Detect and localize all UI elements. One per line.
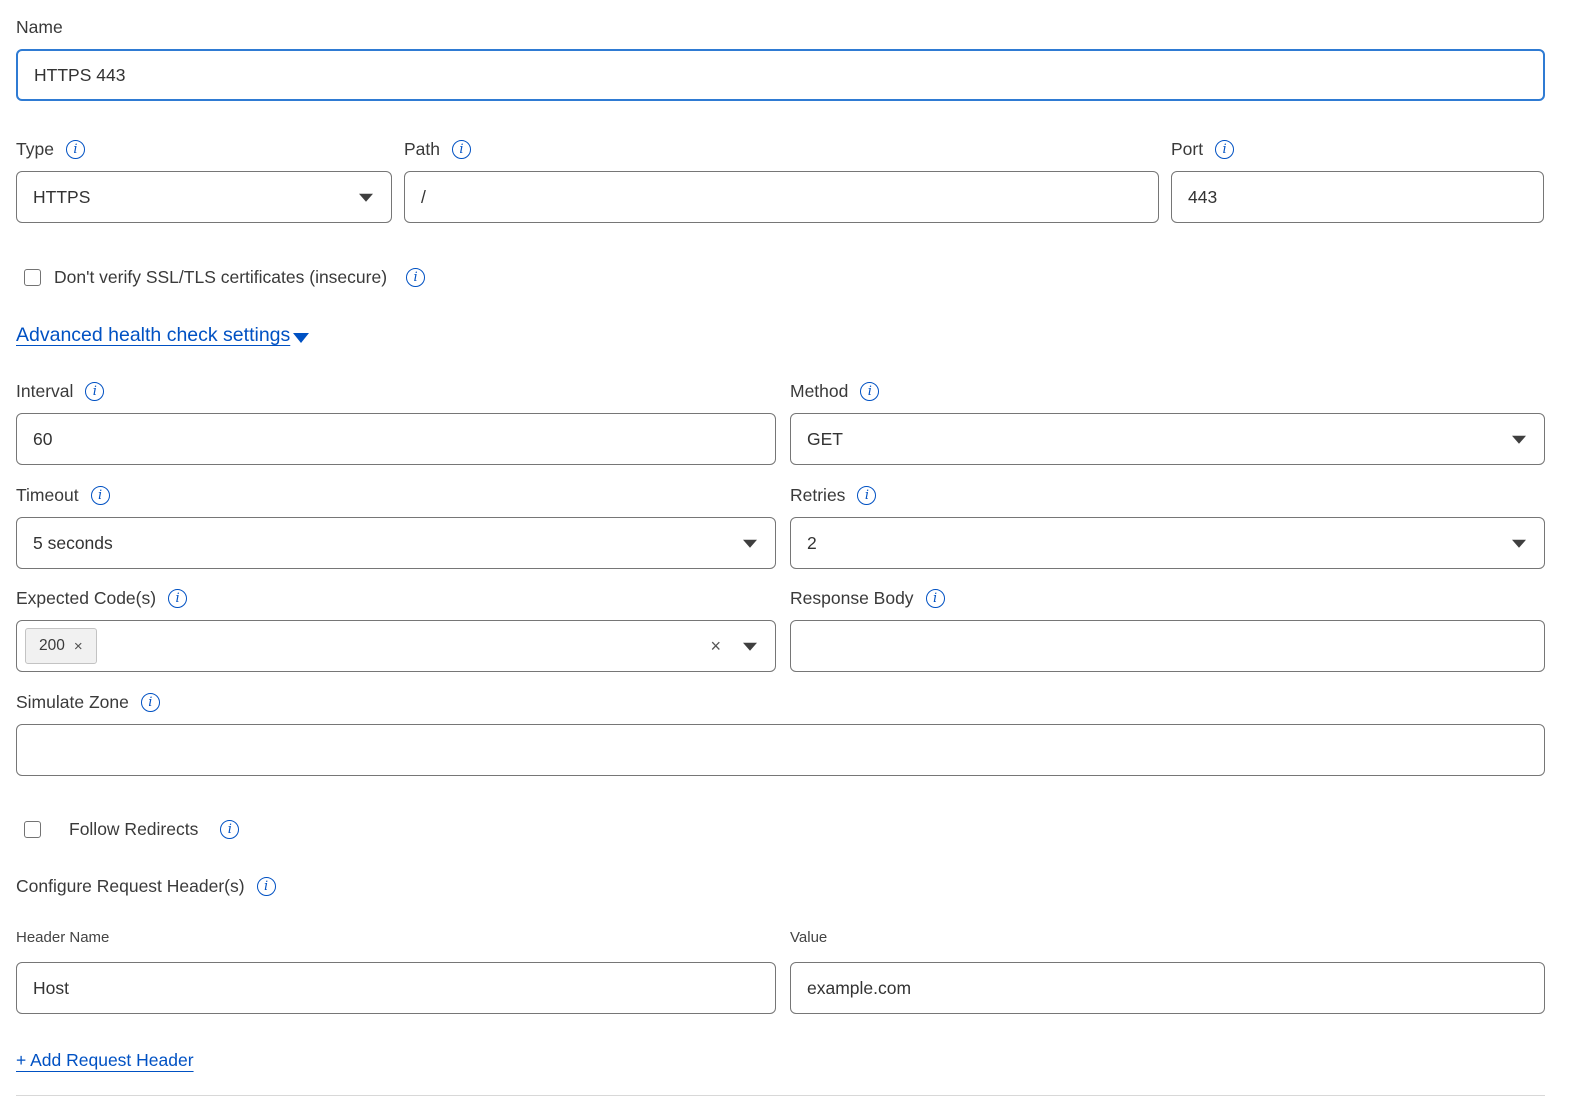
timeout-select-value: 5 seconds xyxy=(33,533,113,554)
chevron-down-icon xyxy=(1512,436,1526,444)
timeout-label: Timeout xyxy=(16,485,79,506)
port-field: Port i xyxy=(1171,138,1544,223)
simulate-zone-input[interactable] xyxy=(16,724,1545,776)
advanced-settings-row: Advanced health check settings xyxy=(16,324,1545,347)
info-icon[interactable]: i xyxy=(141,693,160,712)
info-icon[interactable]: i xyxy=(926,589,945,608)
ssl-verify-label: Don't verify SSL/TLS certificates (insec… xyxy=(54,267,387,288)
chevron-down-icon xyxy=(1512,540,1526,548)
header-value-field: Value xyxy=(790,926,1545,1014)
clear-icon[interactable]: × xyxy=(710,637,721,655)
advanced-settings-link[interactable]: Advanced health check settings xyxy=(16,324,290,347)
follow-redirects-label: Follow Redirects xyxy=(69,819,198,840)
health-check-form: Name Type i HTTPS Path i Port i xyxy=(0,0,1570,1116)
path-field: Path i xyxy=(404,138,1159,223)
info-icon[interactable]: i xyxy=(91,486,110,505)
info-icon[interactable]: i xyxy=(66,140,85,159)
remove-tag-icon[interactable]: × xyxy=(74,639,83,654)
expected-codes-multiselect[interactable]: 200 × × xyxy=(16,620,776,672)
name-field: Name xyxy=(16,16,1545,101)
interval-label: Interval xyxy=(16,381,73,402)
expected-code-tag: 200 × xyxy=(25,628,97,664)
retries-select[interactable]: 2 xyxy=(790,517,1545,569)
type-field: Type i HTTPS xyxy=(16,138,392,223)
retries-label: Retries xyxy=(790,485,845,506)
chevron-down-icon[interactable] xyxy=(743,643,757,651)
info-icon[interactable]: i xyxy=(257,877,276,896)
retries-select-value: 2 xyxy=(807,533,817,554)
header-row: Header Name Value xyxy=(16,926,1545,1014)
simulate-zone-field: Simulate Zone i xyxy=(16,691,1545,776)
header-name-input[interactable] xyxy=(16,962,776,1014)
chevron-down-icon xyxy=(743,540,757,548)
header-name-label: Header Name xyxy=(16,929,109,946)
add-request-header-link[interactable]: + Add Request Header xyxy=(16,1050,194,1071)
name-label: Name xyxy=(16,17,63,38)
expected-code-tag-value: 200 xyxy=(39,637,65,655)
chevron-down-icon[interactable] xyxy=(293,333,309,343)
interval-field: Interval i xyxy=(16,380,776,465)
method-label: Method xyxy=(790,381,848,402)
timeout-retries-row: Timeout i 5 seconds Retries i 2 xyxy=(16,484,1545,569)
header-value-input[interactable] xyxy=(790,962,1545,1014)
timeout-field: Timeout i 5 seconds xyxy=(16,484,776,569)
info-icon[interactable]: i xyxy=(1215,140,1234,159)
follow-redirects-row: Follow Redirects i xyxy=(16,819,1545,840)
method-select-value: GET xyxy=(807,429,843,450)
interval-method-row: Interval i Method i GET xyxy=(16,380,1545,465)
interval-input[interactable] xyxy=(16,413,776,465)
path-label: Path xyxy=(404,139,440,160)
method-field: Method i GET xyxy=(790,380,1545,465)
response-body-field: Response Body i xyxy=(790,587,1545,672)
method-select[interactable]: GET xyxy=(790,413,1545,465)
info-icon[interactable]: i xyxy=(168,589,187,608)
request-headers-label: Configure Request Header(s) xyxy=(16,876,245,897)
codes-body-row: Expected Code(s) i 200 × × Response Body… xyxy=(16,587,1545,672)
simulate-zone-label: Simulate Zone xyxy=(16,692,129,713)
chevron-down-icon xyxy=(359,194,373,202)
timeout-select[interactable]: 5 seconds xyxy=(16,517,776,569)
ssl-verify-checkbox[interactable] xyxy=(24,269,41,286)
port-label: Port xyxy=(1171,139,1203,160)
info-icon[interactable]: i xyxy=(220,820,239,839)
type-path-port-row: Type i HTTPS Path i Port i xyxy=(16,138,1545,223)
info-icon[interactable]: i xyxy=(860,382,879,401)
header-name-field: Header Name xyxy=(16,926,776,1014)
expected-codes-field: Expected Code(s) i 200 × × xyxy=(16,587,776,672)
retries-field: Retries i 2 xyxy=(790,484,1545,569)
info-icon[interactable]: i xyxy=(857,486,876,505)
divider xyxy=(16,1095,1545,1096)
info-icon[interactable]: i xyxy=(406,268,425,287)
response-body-label: Response Body xyxy=(790,588,914,609)
follow-redirects-checkbox[interactable] xyxy=(24,821,41,838)
request-headers-heading: Configure Request Header(s) i xyxy=(16,875,1545,898)
response-body-input[interactable] xyxy=(790,620,1545,672)
path-input[interactable] xyxy=(404,171,1159,223)
expected-codes-label: Expected Code(s) xyxy=(16,588,156,609)
header-value-label: Value xyxy=(790,929,827,946)
type-label: Type xyxy=(16,139,54,160)
info-icon[interactable]: i xyxy=(85,382,104,401)
type-select[interactable]: HTTPS xyxy=(16,171,392,223)
name-input[interactable] xyxy=(16,49,1545,101)
ssl-verify-row: Don't verify SSL/TLS certificates (insec… xyxy=(16,267,1545,288)
port-input[interactable] xyxy=(1171,171,1544,223)
info-icon[interactable]: i xyxy=(452,140,471,159)
type-select-value: HTTPS xyxy=(33,187,90,208)
